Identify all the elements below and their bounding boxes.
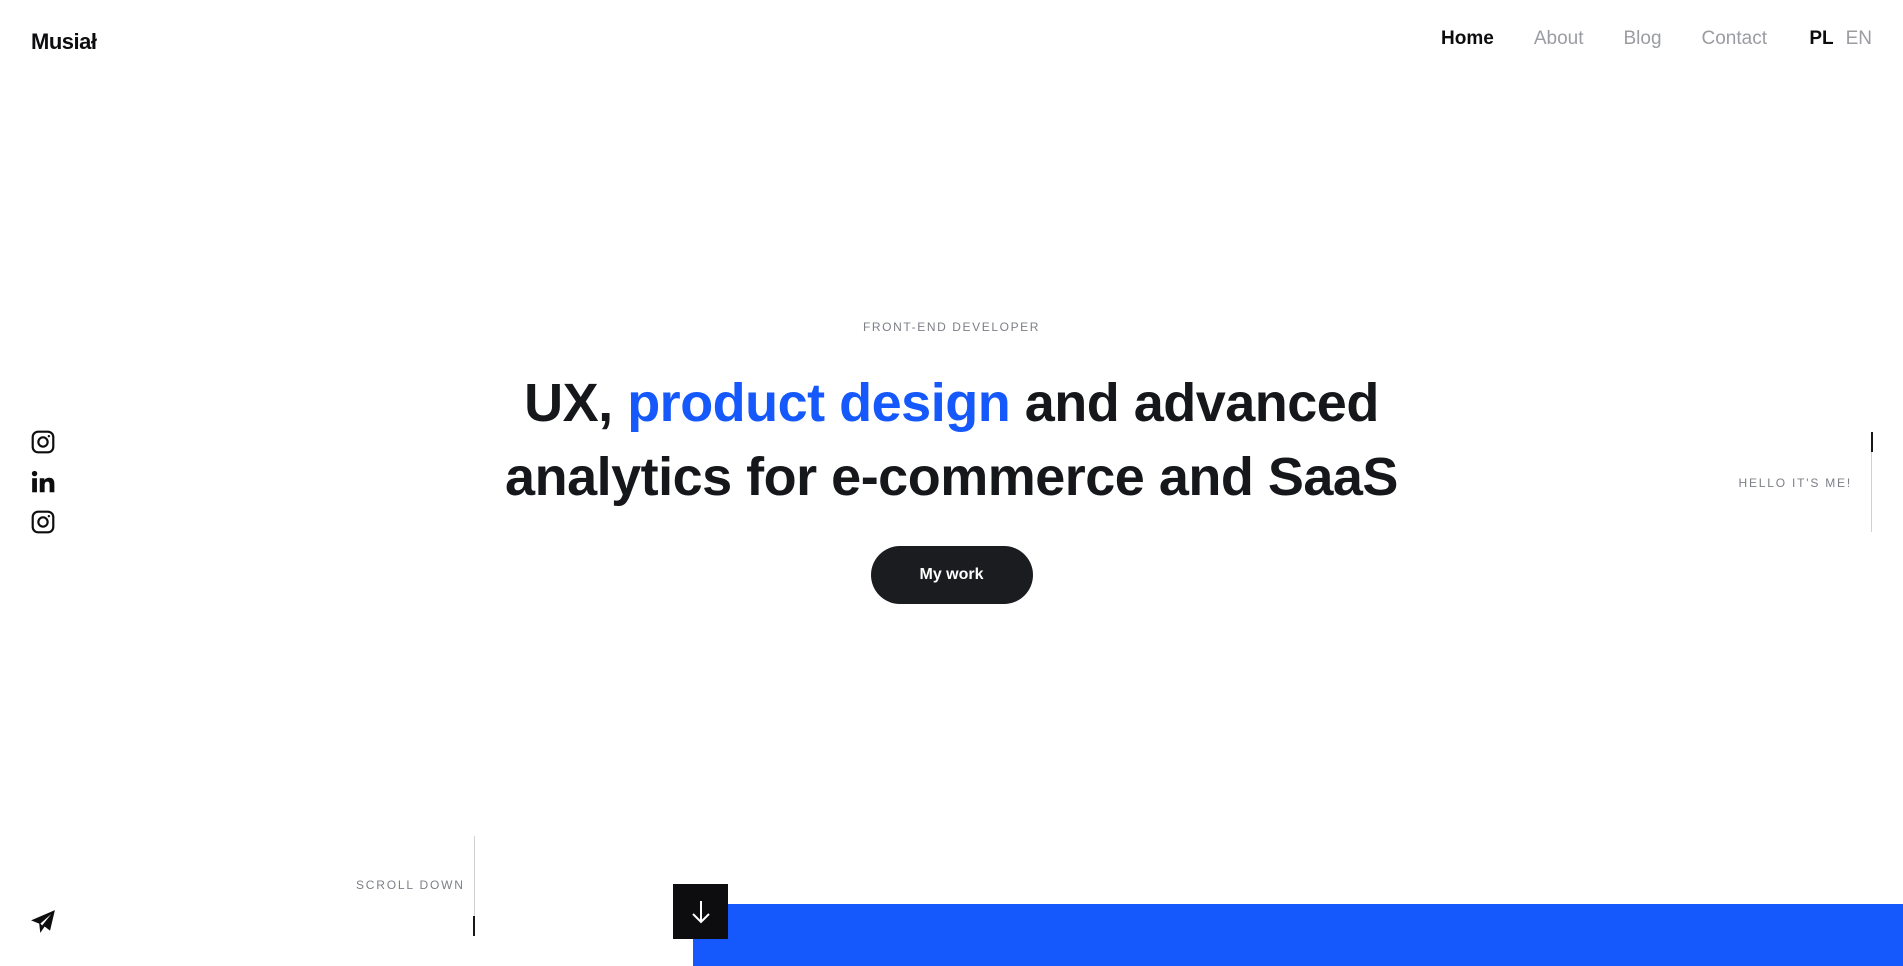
scroll-down-label: SCROLL DOWN: [356, 878, 465, 892]
headline-line-2: analytics for e-commerce and SaaS: [505, 447, 1398, 507]
hello-indicator: [1871, 432, 1873, 452]
nav-item-home[interactable]: Home: [1441, 28, 1494, 50]
scroll-indicator: [473, 916, 475, 936]
my-work-button[interactable]: My work: [870, 546, 1033, 604]
nav-item-about[interactable]: About: [1534, 28, 1584, 50]
accent-band: [693, 904, 1903, 966]
arrow-down-icon: [691, 900, 710, 923]
hero: FRONT-END DEVELOPER UX, product design a…: [0, 320, 1903, 604]
headline-part: and advanced: [1010, 373, 1380, 433]
paper-plane-icon[interactable]: [30, 909, 56, 935]
lang-en[interactable]: EN: [1846, 28, 1872, 50]
nav-item-blog[interactable]: Blog: [1623, 28, 1661, 50]
hello-label: HELLO IT'S ME!: [1738, 476, 1852, 490]
headline-accent: product design: [627, 373, 1011, 433]
scroll-down-button[interactable]: [673, 884, 728, 939]
hero-eyebrow: FRONT-END DEVELOPER: [862, 320, 1041, 334]
logo[interactable]: Musiał: [31, 29, 97, 55]
lang-pl[interactable]: PL: [1809, 28, 1833, 50]
nav-item-contact[interactable]: Contact: [1702, 28, 1767, 50]
headline-part: UX,: [524, 373, 628, 433]
hero-headline: UX, product design and advanced analytic…: [0, 366, 1903, 514]
main-nav: Home About Blog Contact: [1441, 28, 1767, 50]
language-switcher: PL EN: [1809, 28, 1872, 50]
